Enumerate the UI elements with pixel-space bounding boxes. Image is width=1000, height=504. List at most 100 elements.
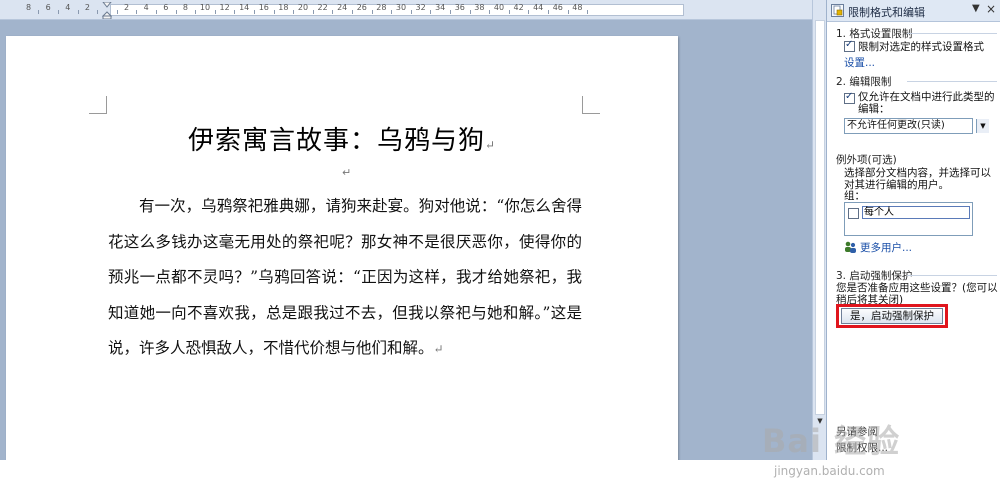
ruler-tick-label: 10 [199,3,211,12]
ruler-tick [567,10,569,14]
everyone-group-item[interactable]: 每个人 [862,206,970,219]
select-chevron-down-icon[interactable]: ▼ [976,119,989,133]
ruler-tick [175,10,177,14]
pane-header: 限制格式和编辑 ▼ × [827,0,1000,22]
ruler-tick [332,10,334,14]
section-divider [907,33,997,34]
section-divider [907,275,997,276]
paragraph-mark: ↵ [433,342,444,356]
ruler-tick-label: 12 [219,3,230,12]
ruler-tick-label: 34 [435,3,446,12]
ruler-tick [352,10,353,14]
document-body-paragraph[interactable]: 有一次，乌鸦祭祀雅典娜，请狗来赴宴。狗对他说：“你怎么舍得花这么多钱办这毫无用处… [108,189,582,368]
more-users-link[interactable]: 更多用户... [844,240,912,255]
limit-formatting-label: 限制对选定的样式设置格式 [858,41,984,53]
ruler-tick-label: 48 [572,3,583,12]
ruler-tick [156,10,157,14]
ruler-tick-label: 46 [552,3,563,12]
ruler-tick-label: 4 [65,3,71,12]
ruler-tick [450,10,451,14]
document-title[interactable]: 伊索寓言故事：乌鸦与狗↵ [6,120,678,157]
everyone-checkbox[interactable] [848,208,859,219]
ruler-tick-label: 4 [143,3,149,12]
section-editing-title: 2. 编辑限制 [836,76,892,88]
groups-list: 每个人 [844,202,973,236]
ruler-tick [116,10,118,14]
ruler-tick [97,10,99,14]
ruler-tick-label: 32 [415,3,426,12]
section-divider [907,81,997,82]
ruler-tick [77,10,79,14]
ruler-tick [391,10,393,14]
ruler-tick [371,10,373,14]
ruler-tick-label: 24 [337,3,348,12]
ruler-tick [58,10,59,14]
ruler-tick [254,10,255,14]
ruler-tick [195,10,197,14]
protect-document-icon [831,4,844,17]
editing-type-select[interactable]: 不允许任何更改(只读) ▼ [844,118,989,134]
users-icon [845,241,856,253]
document-workspace: 8 6 4 2 2 4 6 8 10 12 14 16 18 20 22 24 26 28 30 32 34 36 38 40… [0,0,812,460]
more-users-label: 更多用户... [860,242,913,254]
ruler-tick-label: 42 [513,3,524,12]
pane-options-chevron-down-icon[interactable]: ▼ [972,3,980,14]
ruler-tick-label: 14 [239,3,250,12]
horizontal-ruler[interactable]: 8 6 4 2 2 4 6 8 10 12 14 16 18 20 22 24 26 28 30 32 34 36 38 40… [0,0,812,20]
enforce-question: 您是否准备应用这些设置？(您可以稍后将其关闭) [836,282,998,306]
ruler-tick-label: 28 [376,3,387,12]
ruler-tick [293,10,295,14]
document-body-text: 有一次，乌鸦祭祀雅典娜，请狗来赴宴。狗对他说：“你怎么舍得花这么多钱办这毫无用处… [108,197,582,357]
start-enforcing-button[interactable]: 是，启动强制保护 [841,308,943,324]
limit-formatting-checkbox[interactable] [844,39,855,52]
ruler-tick [489,10,491,14]
pane-footer: 另请参阅 限制权限... [827,420,1000,460]
ruler-tick-label: 22 [317,3,328,12]
allow-editing-type-checkbox[interactable] [844,91,855,104]
ruler-tick [38,10,40,14]
vertical-ruler [815,20,825,415]
ruler-tick-label: 8 [26,3,32,12]
scroll-down-arrow-icon[interactable]: ▼ [815,416,825,426]
ruler-tick-label: 38 [474,3,485,12]
ruler-tick-label: 2 [84,3,90,12]
pane-close-icon[interactable]: × [986,2,996,16]
restrict-permission-link[interactable]: 限制权限... [836,440,888,455]
ruler-tick-label: 40 [493,3,505,12]
ruler-tick-label: 20 [297,3,309,12]
ruler-tick [136,10,138,14]
ruler-tick [234,10,236,14]
bottom-margin [0,460,1000,504]
ruler-tick [312,10,314,14]
restrict-editing-pane: 限制格式和编辑 ▼ × 1. 格式设置限制 限制对选定的样式设置格式 设置...… [826,0,1000,460]
ruler-tick [430,10,432,14]
section-enforce-title: 3. 启动强制保护 [836,270,913,282]
empty-paragraph-mark: ↵ [342,166,352,179]
ruler-tick-label: 6 [45,3,51,12]
ruler-tick [469,10,471,14]
formatting-settings-link[interactable]: 设置... [844,57,875,69]
ruler-tick [587,10,589,14]
indent-marker-icon[interactable] [102,2,112,19]
document-page[interactable]: 伊索寓言故事：乌鸦与狗↵ ↵ 有一次，乌鸦祭祀雅典娜，请狗来赴宴。狗对他说：“你… [6,36,678,460]
ruler-tick [273,10,275,14]
ruler-tick-label: 26 [356,3,367,12]
crop-mark-top-left [89,96,107,114]
ruler-tick-label: 6 [163,3,169,12]
crop-mark-top-right [582,96,600,114]
ruler-tick [528,10,530,14]
pane-title: 限制格式和编辑 [848,6,925,19]
vertical-scrollbar[interactable]: ▼ [812,0,826,460]
ruler-tick-label: 16 [258,3,269,12]
ruler-tick-label: 18 [278,3,289,12]
ruler-tick-label: 2 [124,3,130,12]
document-title-text: 伊索寓言故事：乌鸦与狗 [187,126,485,156]
allow-editing-type-label: 仅允许在文档中进行此类型的编辑： [858,91,995,115]
ruler-labels: 8 6 4 2 2 4 6 8 10 12 14 16 18 20 22 24 26 28 30 32 34 36 38 40… [0,3,812,17]
ruler-tick [214,10,216,14]
ruler-tick-label: 44 [533,3,544,12]
ruler-tick-label: 8 [182,3,188,12]
exceptions-description: 选择部分文档内容，并选择可以对其进行编辑的用户。 [844,167,991,191]
ruler-tick-label: 30 [395,3,407,12]
ruler-tick [548,10,549,14]
